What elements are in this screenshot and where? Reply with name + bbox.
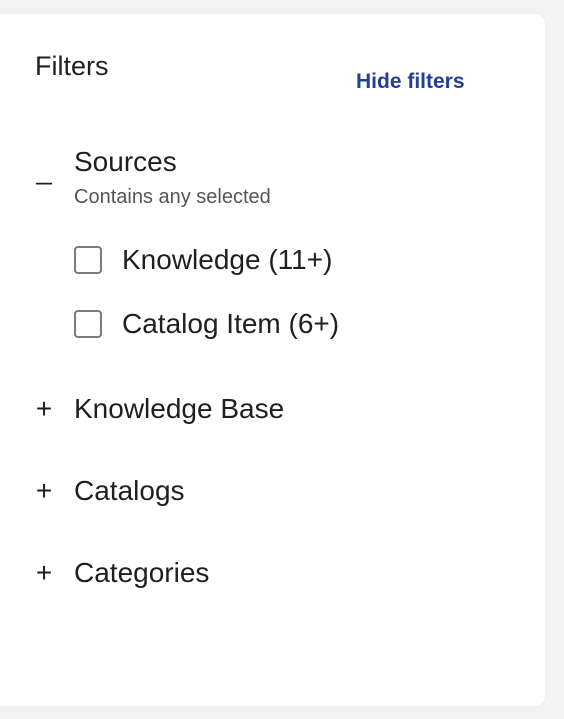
knowledge-checkbox[interactable] xyxy=(74,246,102,274)
option-catalog-item[interactable]: Catalog Item (6+) xyxy=(74,307,339,341)
option-label: Catalog Item (6+) xyxy=(122,308,340,339)
filters-title: Filters xyxy=(35,51,109,81)
hide-filters-link[interactable]: Hide filters xyxy=(356,68,465,96)
sources-subtitle: Contains any selected xyxy=(74,186,271,208)
group-title-sources[interactable]: Sources xyxy=(74,145,177,179)
expand-catalogs-toggle[interactable]: + xyxy=(33,475,55,507)
option-label: Knowledge (11+) xyxy=(122,244,333,275)
option-knowledge[interactable]: Knowledge (11+) xyxy=(74,243,332,277)
expand-categories-toggle[interactable]: + xyxy=(33,557,55,589)
catalog-item-checkbox[interactable] xyxy=(74,310,102,338)
expand-knowledge-base-toggle[interactable]: + xyxy=(33,393,55,425)
filters-panel xyxy=(0,14,545,706)
group-title-categories[interactable]: Categories xyxy=(74,556,209,590)
collapse-sources-toggle[interactable]: _ xyxy=(33,154,55,186)
group-title-knowledge-base[interactable]: Knowledge Base xyxy=(74,392,284,426)
group-title-catalogs[interactable]: Catalogs xyxy=(74,474,185,508)
